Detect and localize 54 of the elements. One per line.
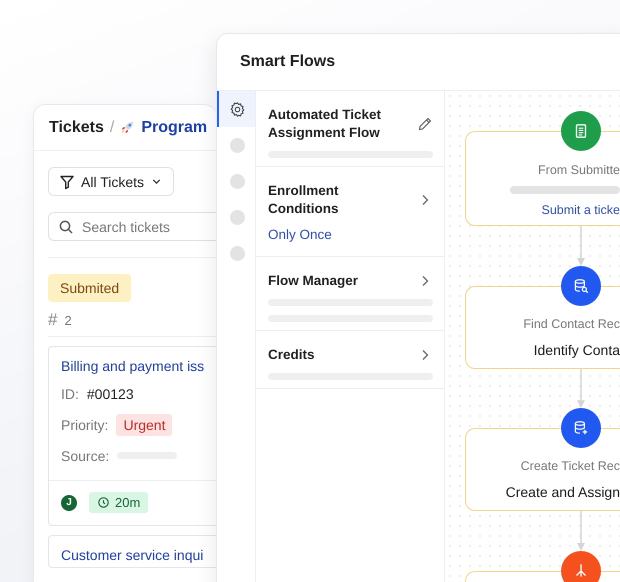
ticket-card[interactable]: Billing and payment iss ID: #00123 Priority: Urgent Source: J 20m bbox=[48, 346, 216, 526]
ticket-card[interactable]: Customer service inqui bbox=[48, 535, 216, 568]
panel-title: Tickets bbox=[49, 118, 104, 136]
database-add-icon bbox=[572, 419, 590, 437]
node-title: Identify Conta bbox=[534, 342, 620, 358]
step-icon bbox=[230, 210, 244, 224]
panel-title: Smart Flows bbox=[240, 53, 336, 71]
filter-icon bbox=[59, 174, 75, 190]
node-title: Create and Assign bbox=[506, 484, 620, 500]
section-value: Only Once bbox=[268, 227, 333, 242]
field-label: Source: bbox=[61, 448, 110, 464]
search-icon bbox=[58, 219, 74, 235]
step-icon bbox=[230, 174, 244, 188]
settings-section[interactable]: Automated Ticket Assignment Flow bbox=[256, 91, 444, 167]
ticket-title[interactable]: Billing and payment iss bbox=[61, 358, 204, 374]
step-icon bbox=[230, 138, 244, 152]
flow-node[interactable]: From Submitte Submit a ticke bbox=[465, 131, 620, 226]
step-icon bbox=[230, 246, 244, 260]
filter-dropdown[interactable]: All Tickets bbox=[48, 167, 174, 196]
node-caption: From Submitte bbox=[538, 163, 620, 177]
search-field[interactable]: Search tickets bbox=[48, 212, 216, 241]
node-caption: Find Contact Rec bbox=[523, 317, 620, 331]
hash-symbol: # bbox=[48, 310, 58, 330]
settings-section[interactable]: Flow Manager bbox=[256, 257, 444, 331]
section-title: Automated Ticket Assignment Flow bbox=[268, 106, 382, 142]
section-title: Enrollment Conditions bbox=[268, 182, 340, 218]
settings-section[interactable]: Enrollment Conditions Only Once bbox=[256, 167, 444, 257]
timer-text: 20m bbox=[115, 495, 140, 510]
ticket-title[interactable]: Customer service inqui bbox=[61, 547, 204, 563]
pencil-icon[interactable] bbox=[417, 116, 433, 132]
priority-badge: Urgent bbox=[116, 414, 172, 436]
connector-arrow bbox=[576, 226, 586, 266]
connector-arrow bbox=[576, 369, 586, 408]
node-caption: Create Ticket Rec bbox=[520, 459, 620, 473]
section-title: Credits bbox=[268, 346, 315, 364]
settings-icon bbox=[228, 100, 246, 118]
status-badge: Submited bbox=[48, 274, 132, 302]
assignee-avatar: J bbox=[61, 494, 77, 510]
field-label: Priority: bbox=[61, 416, 108, 432]
section-title: Flow Manager bbox=[268, 272, 358, 290]
flow-node[interactable]: Create Ticket Rec Create and Assign bbox=[465, 428, 620, 511]
database-search-icon bbox=[572, 277, 590, 295]
ticket-count: 2 bbox=[64, 312, 72, 328]
program-link[interactable]: Program bbox=[141, 118, 208, 136]
clock-icon bbox=[97, 496, 110, 509]
node-link[interactable]: Submit a ticke bbox=[541, 203, 620, 217]
connector-arrow bbox=[576, 511, 586, 551]
settings-section[interactable]: Credits bbox=[256, 331, 444, 389]
breadcrumb-separator: / bbox=[110, 118, 114, 136]
rail-tab[interactable] bbox=[217, 91, 255, 127]
rocket-icon bbox=[120, 120, 136, 135]
ticket-id: #00123 bbox=[86, 386, 134, 402]
flow-node[interactable]: Find Contact Rec Identify Conta bbox=[465, 286, 620, 369]
field-label: ID: bbox=[61, 386, 79, 402]
